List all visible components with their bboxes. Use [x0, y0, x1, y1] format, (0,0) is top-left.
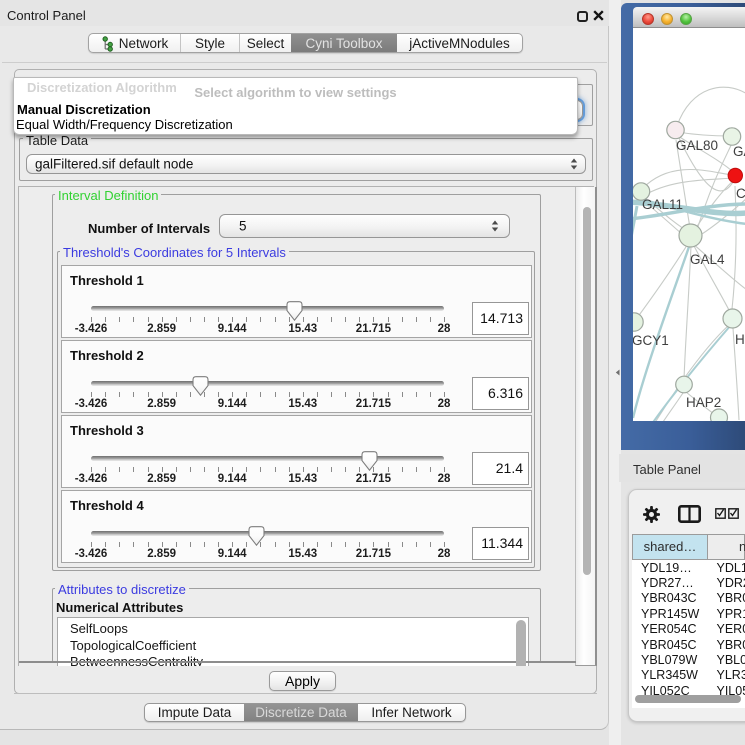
svg-text:C: C	[736, 186, 745, 201]
svg-text:GAL4: GAL4	[690, 252, 725, 267]
svg-text:HAP2: HAP2	[686, 395, 721, 410]
svg-text:GAL80: GAL80	[676, 138, 718, 153]
svg-text:GAL11: GAL11	[642, 197, 683, 212]
svg-text:GCY1: GCY1	[633, 333, 669, 348]
svg-text:GA: GA	[733, 144, 745, 159]
svg-text:H: H	[735, 332, 745, 347]
